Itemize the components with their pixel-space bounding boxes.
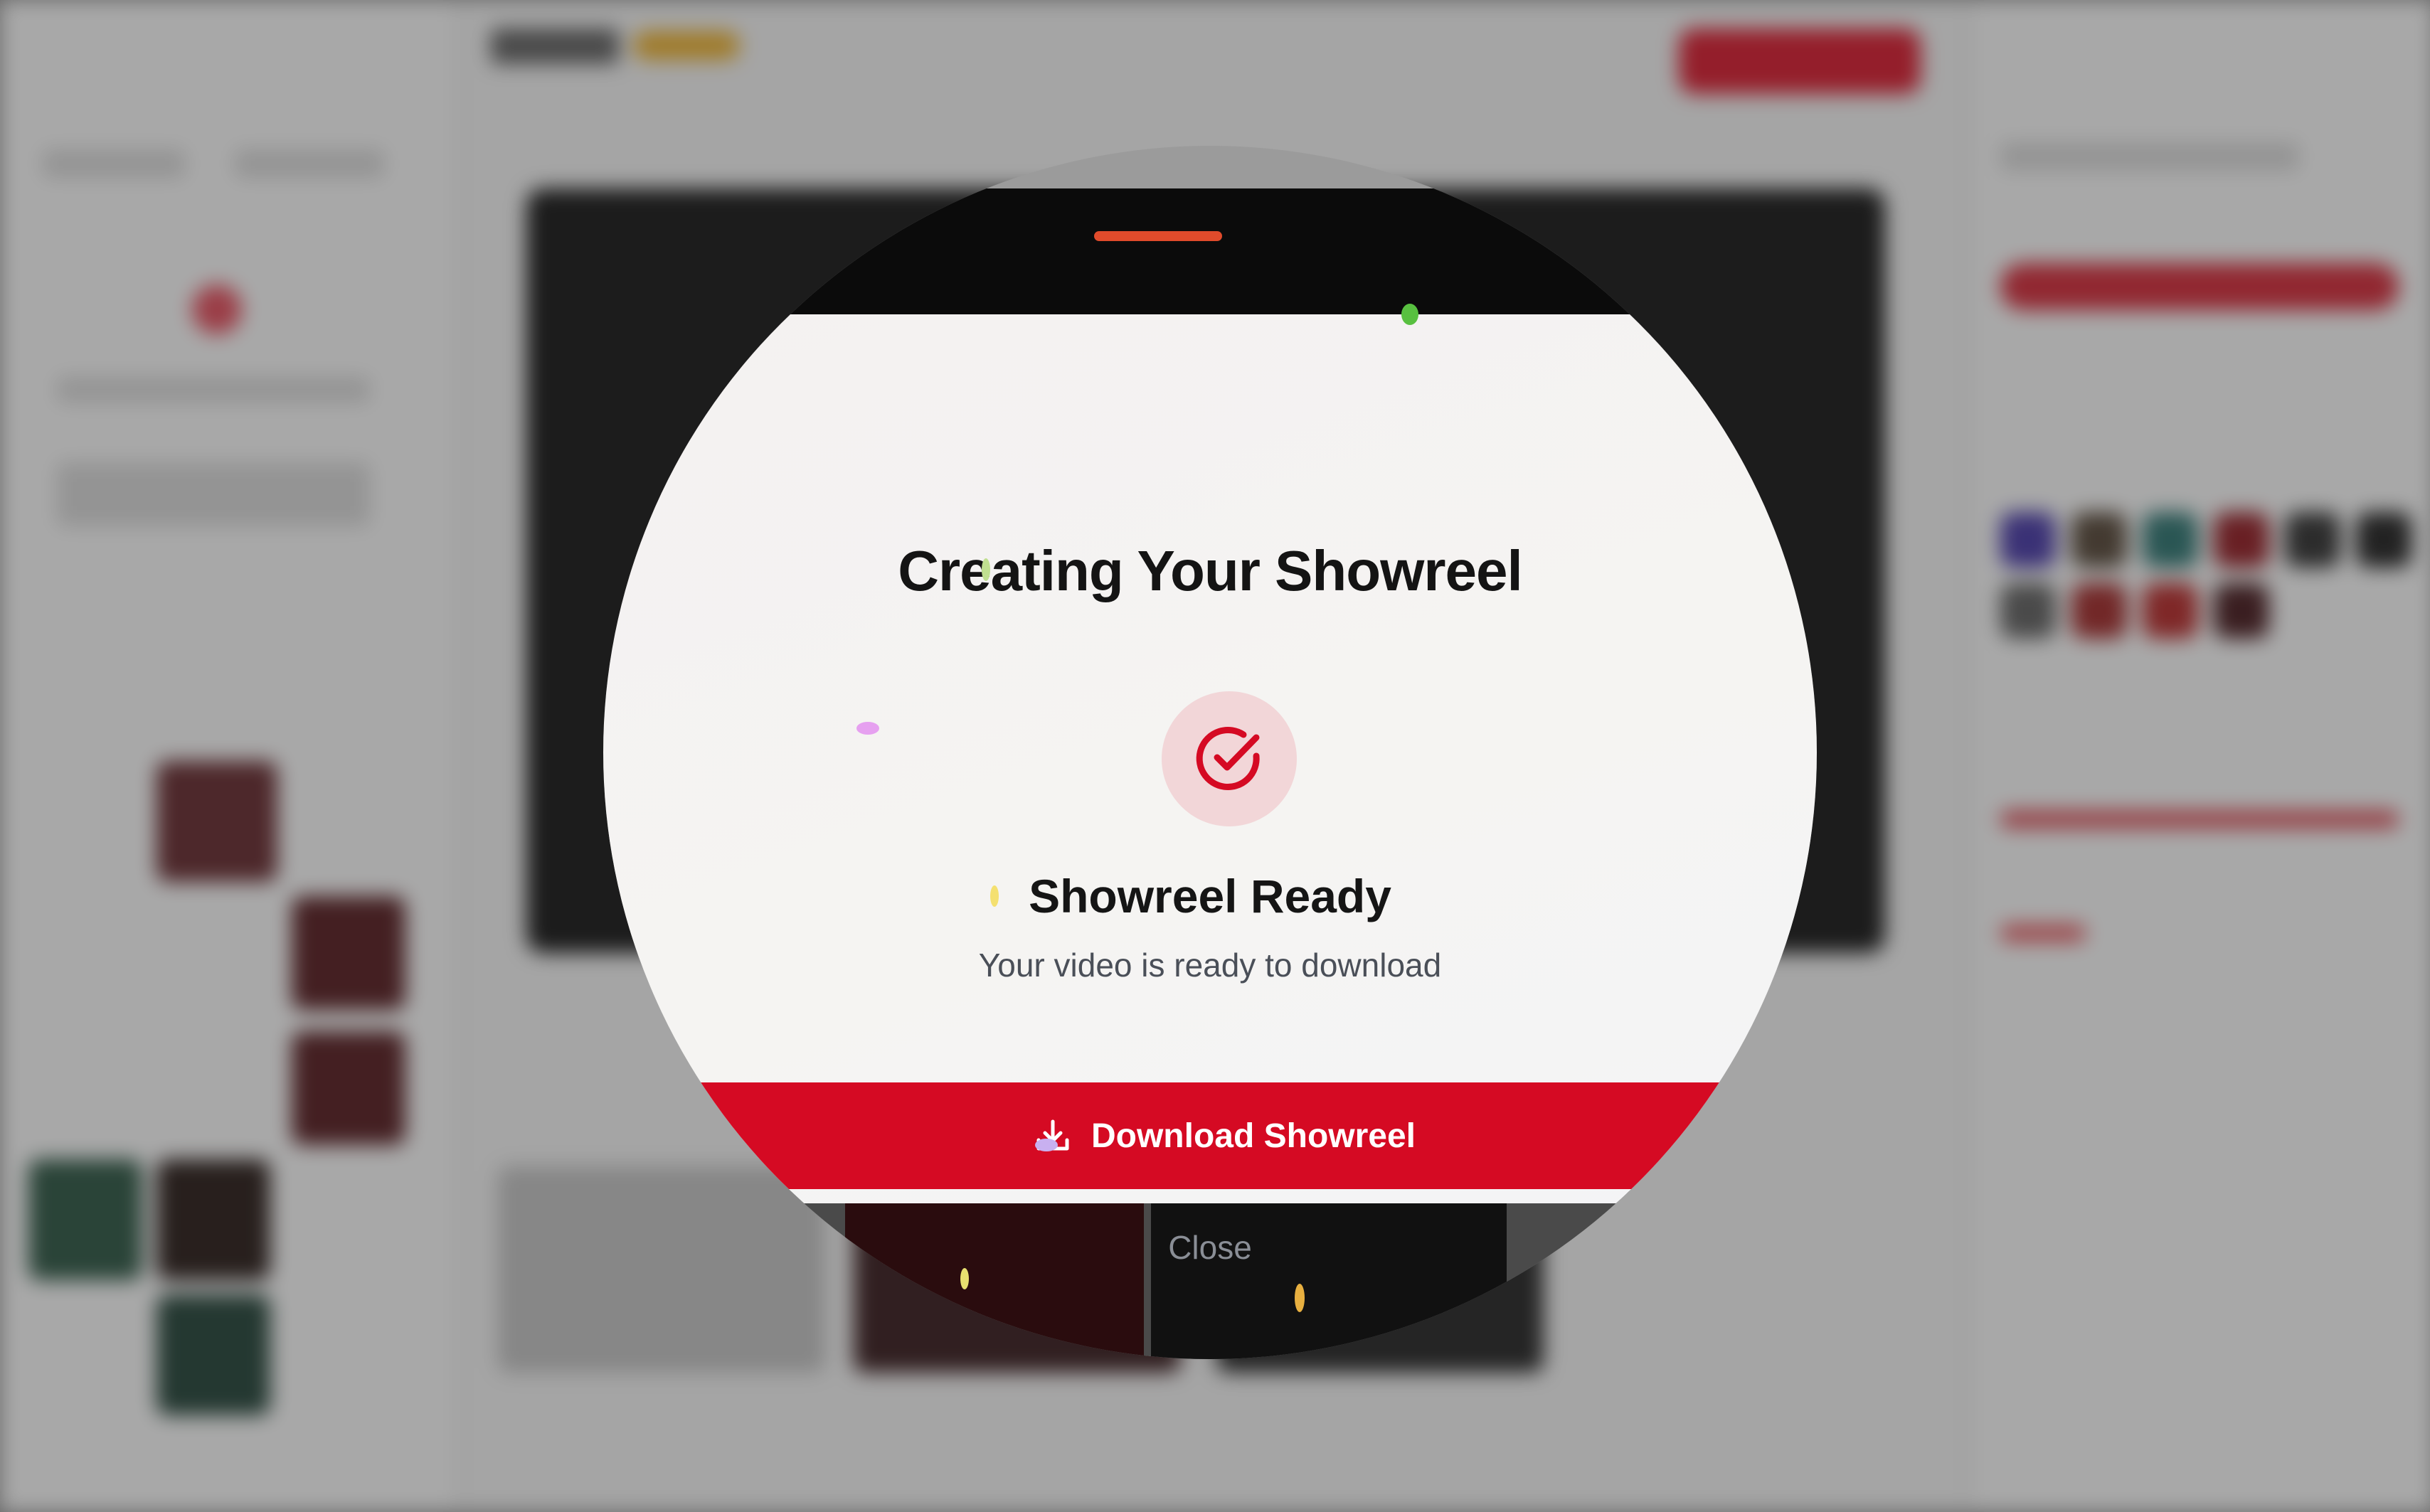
magnifier-lens: Creating Your Showreel Showreel Ready Yo… xyxy=(603,146,1817,1359)
status-title: Showreel Ready xyxy=(1029,870,1391,922)
download-showreel-button[interactable]: Download Showreel xyxy=(603,1082,1817,1189)
status-message: Your video is ready to download xyxy=(978,947,1442,984)
check-circle-icon xyxy=(1162,691,1297,826)
video-progress-marker xyxy=(1094,231,1222,241)
clip-card-zoomed xyxy=(845,1191,1144,1359)
confetti xyxy=(856,722,879,735)
confetti xyxy=(1295,1284,1305,1312)
download-button-label: Download Showreel xyxy=(1091,1117,1416,1155)
confetti xyxy=(1035,1139,1058,1151)
confetti xyxy=(990,885,999,907)
confetti xyxy=(1401,304,1418,325)
dialog-title: Creating Your Showreel xyxy=(898,539,1522,602)
close-button[interactable]: Close xyxy=(603,1228,1817,1267)
clip-card-zoomed xyxy=(1151,1191,1507,1359)
confetti xyxy=(960,1268,969,1289)
confetti xyxy=(982,558,990,581)
showreel-dialog: Creating Your Showreel Showreel Ready Yo… xyxy=(603,314,1817,1266)
